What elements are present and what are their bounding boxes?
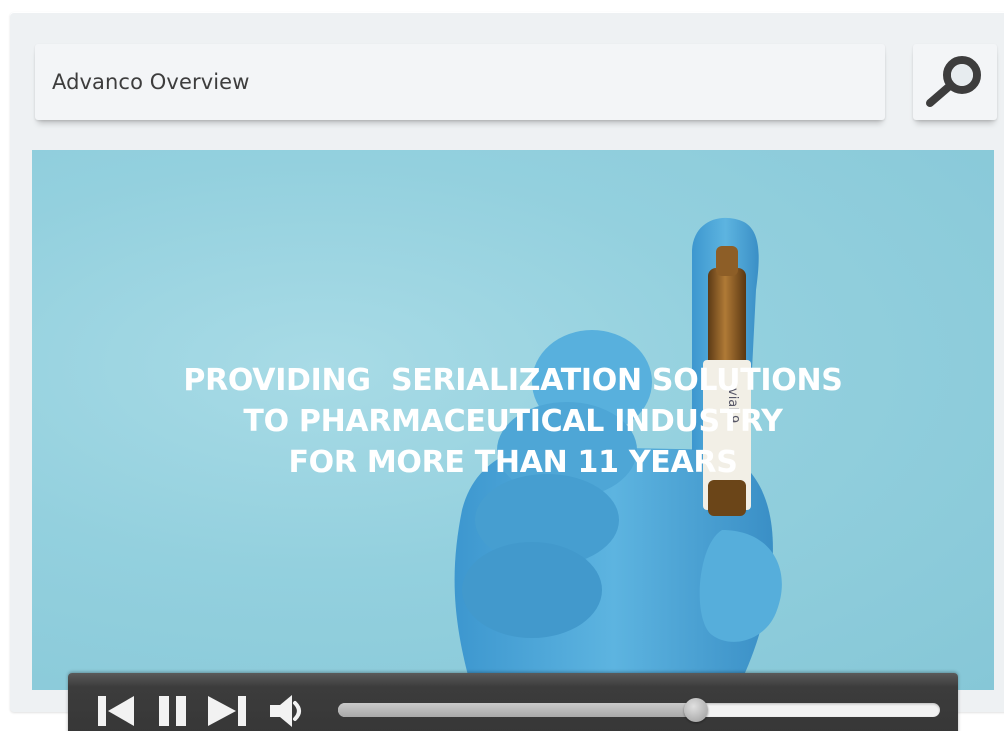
search-button[interactable] <box>913 44 997 120</box>
search-input[interactable]: Advanco Overview <box>35 44 885 120</box>
headline-line-1: PROVIDING SERIALIZATION SOLUTIONS <box>183 363 843 398</box>
pause-icon <box>159 696 186 726</box>
previous-icon <box>98 696 134 726</box>
next-button[interactable] <box>206 693 250 729</box>
progress-fill <box>338 703 697 717</box>
video-headline: PROVIDING SERIALIZATION SOLUTIONS TO PHA… <box>32 360 994 483</box>
volume-icon <box>270 695 301 727</box>
video-frame[interactable]: vial 9 PROVIDING SERIALIZATION SOLUTIONS… <box>32 150 994 690</box>
headline-line-3: FOR MORE THAN 11 YEARS <box>288 445 738 480</box>
search-query: Advanco Overview <box>52 70 250 94</box>
headline-line-2: TO PHARMACEUTICAL INDUSTRY <box>243 404 783 439</box>
pause-button[interactable] <box>156 693 190 729</box>
progress-bar[interactable] <box>338 698 940 722</box>
magnifier-icon <box>926 56 981 107</box>
player-controls <box>68 673 958 731</box>
volume-button[interactable] <box>268 693 310 729</box>
next-icon <box>208 696 246 726</box>
progress-thumb[interactable] <box>684 698 709 722</box>
previous-button[interactable] <box>96 693 136 729</box>
player-window: Advanco Overview vial 9 PROVIDING SERIAL… <box>0 0 1004 731</box>
